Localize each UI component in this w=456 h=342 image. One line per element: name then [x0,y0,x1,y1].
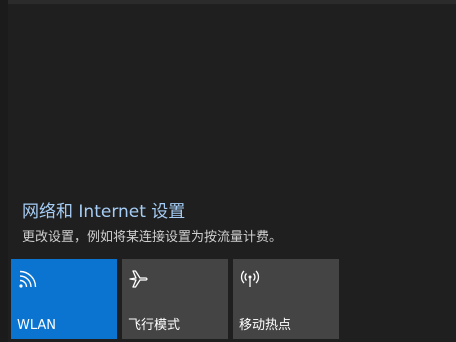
airplane-mode-tile[interactable]: 飞行模式 [122,259,228,339]
mobile-hotspot-label: 移动热点 [239,318,292,333]
mobile-hotspot-icon [240,270,260,287]
wifi-icon [19,270,37,288]
wlan-tile[interactable]: WLAN [11,259,117,339]
top-edge [8,0,456,4]
mobile-hotspot-tile[interactable]: 移动热点 [233,259,339,339]
airplane-icon [129,270,148,288]
network-settings-description: 更改设置，例如将某连接设置为按流量计费。 [22,230,283,245]
wlan-label: WLAN [17,318,57,333]
left-edge [0,0,8,342]
network-flyout: 网络和 Internet 设置 更改设置，例如将某连接设置为按流量计费。 WLA… [0,0,456,342]
airplane-mode-label: 飞行模式 [128,318,181,333]
network-settings-link[interactable]: 网络和 Internet 设置 [22,197,185,222]
